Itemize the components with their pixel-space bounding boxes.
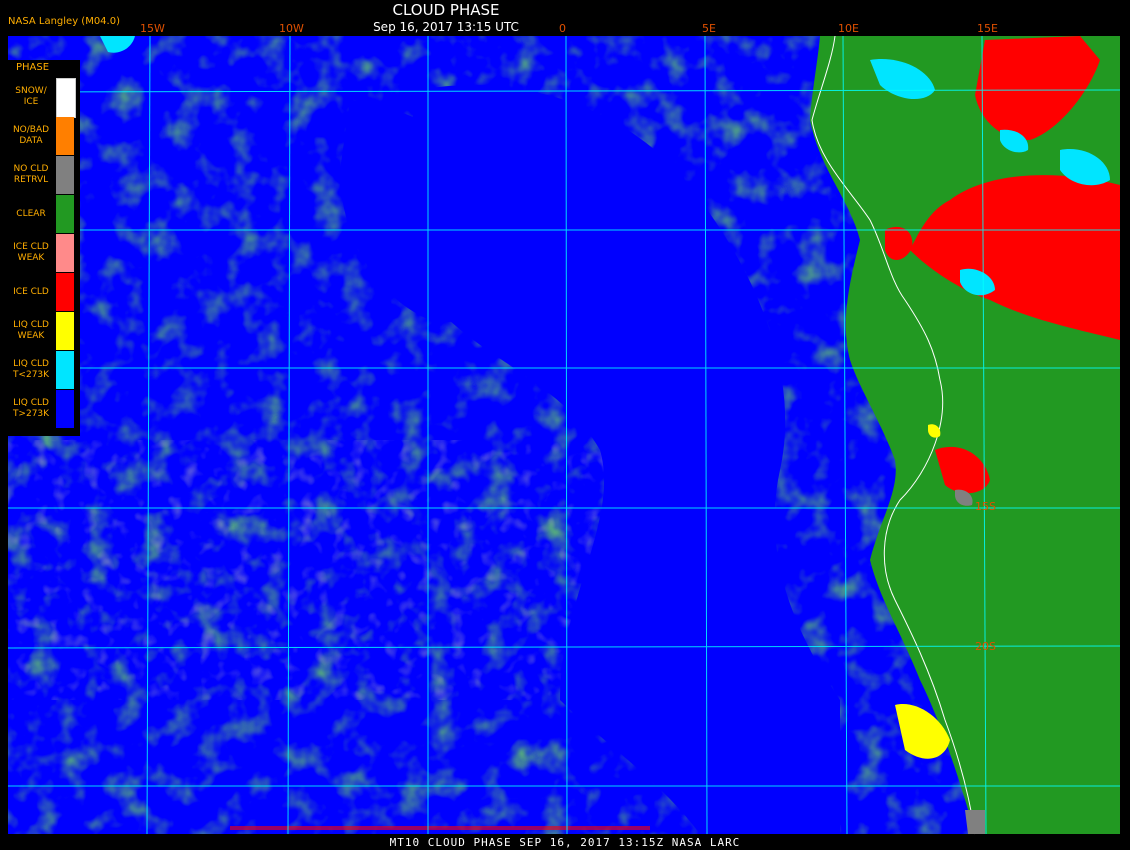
map-datetime: Sep 16, 2017 13:15 UTC	[373, 20, 519, 34]
legend-item-label: SNOW/ ICE	[15, 86, 47, 107]
map-title: CLOUD PHASE	[392, 1, 500, 19]
legend-item: SNOW/ ICE	[8, 78, 80, 118]
legend-item-swatch	[56, 195, 74, 233]
legend-item-label: NO/BAD DATA	[12, 125, 50, 146]
legend-item: ICE CLD	[8, 273, 80, 311]
legend-item-label: CLEAR	[16, 209, 46, 219]
legend-item: NO/BAD DATA	[8, 117, 80, 155]
legend-item: LIQ CLD T<273K	[8, 351, 80, 389]
no-retrieval-south	[965, 810, 985, 834]
lon-label-5e: 5E	[702, 22, 716, 35]
lon-label-15w: 15W	[140, 22, 165, 35]
legend-item: LIQ CLD WEAK	[8, 312, 80, 350]
lon-label-10w: 10W	[279, 22, 304, 35]
phase-legend: PHASE SNOW/ ICE NO/BAD DATA NO CLD RETRVL C…	[8, 60, 80, 436]
legend-title: PHASE	[16, 62, 50, 73]
legend-item-swatch	[56, 156, 74, 194]
cloud-phase-map	[7, 35, 1121, 835]
legend-item-label: ICE CLD WEAK	[13, 242, 49, 263]
legend-item: LIQ CLD T>273K	[8, 390, 80, 428]
legend-item-swatch	[56, 273, 74, 311]
legend-item: CLEAR	[8, 195, 80, 233]
legend-item-swatch	[56, 351, 74, 389]
lat-label-15s: 15S	[975, 500, 996, 513]
legend-item-swatch	[56, 390, 74, 428]
legend-item-swatch	[56, 117, 74, 155]
legend-item-swatch	[56, 78, 76, 118]
lon-label-0: 0	[559, 22, 566, 35]
legend-item-label: LIQ CLD T>273K	[12, 398, 50, 419]
legend-item-label: LIQ CLD T<273K	[12, 359, 50, 380]
legend-item-label: LIQ CLD WEAK	[13, 320, 49, 341]
legend-item-swatch	[56, 312, 74, 350]
lon-label-10e: 10E	[838, 22, 859, 35]
legend-item-label: ICE CLD	[13, 287, 49, 297]
legend-item-swatch	[56, 234, 74, 272]
lon-label-15e: 15E	[977, 22, 998, 35]
legend-item: NO CLD RETRVL	[8, 156, 80, 194]
footer-caption: MT10 CLOUD PHASE SEP 16, 2017 13:15Z NAS…	[389, 836, 741, 849]
bottom-data-strip	[230, 826, 650, 830]
legend-item: ICE CLD WEAK	[8, 234, 80, 272]
legend-item-label: NO CLD RETRVL	[13, 164, 49, 185]
lat-label-20s: 20S	[975, 640, 996, 653]
